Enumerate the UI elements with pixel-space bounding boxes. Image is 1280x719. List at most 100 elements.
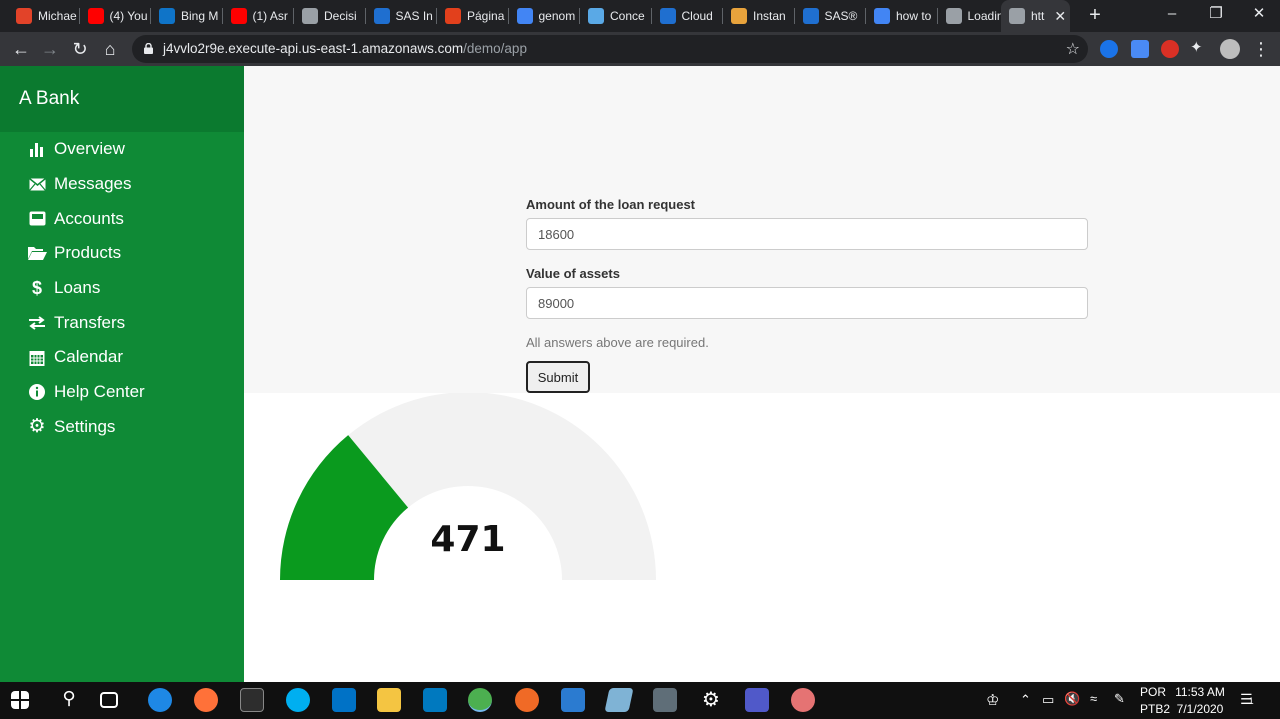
paint-icon[interactable]: [791, 688, 815, 712]
skype-icon[interactable]: [286, 688, 310, 712]
menu-kebab-icon[interactable]: ⋮: [1248, 36, 1274, 62]
browser-tab[interactable]: SAS In: [366, 0, 437, 32]
extensions-puzzle-icon[interactable]: ✦: [1190, 38, 1208, 56]
loan-amount-input[interactable]: [526, 218, 1088, 250]
battery-icon[interactable]: ▭: [1042, 692, 1054, 708]
extension-translate-icon[interactable]: [1131, 40, 1149, 58]
sidebar-item-label: Loans: [54, 278, 101, 298]
snipping-tool-icon[interactable]: [653, 688, 677, 712]
chrome-icon[interactable]: [468, 688, 492, 712]
edge-icon[interactable]: [148, 688, 172, 712]
bookmark-star-icon[interactable]: ☆: [1066, 39, 1080, 59]
sas-icon: [659, 8, 676, 24]
browser-tab[interactable]: how to: [866, 0, 938, 32]
search-icon[interactable]: ⚲: [57, 688, 81, 712]
browser-tab[interactable]: (4) You: [80, 0, 151, 32]
youtube-icon: [87, 8, 104, 24]
sidebar-item-products[interactable]: Products: [0, 236, 244, 271]
bing-icon: [159, 8, 175, 24]
browser-tab[interactable]: genom: [509, 0, 580, 32]
sidebar-item-help-center[interactable]: Help Center: [0, 375, 244, 410]
close-window-button[interactable]: ✕: [1237, 0, 1280, 30]
extension-compass-icon[interactable]: [1100, 40, 1118, 58]
browser-tab-label: Página: [467, 9, 505, 23]
sidebar-item-settings[interactable]: ⚙ Settings: [0, 410, 244, 445]
sidebar-item-transfers[interactable]: Transfers: [0, 305, 244, 340]
postman-icon[interactable]: [515, 688, 539, 712]
tray-chevron-icon[interactable]: ⌃: [1020, 692, 1031, 708]
info-circle-icon: [27, 384, 47, 401]
submit-button[interactable]: Submit: [526, 361, 590, 393]
browser-tab[interactable]: Loadin: [938, 0, 1009, 32]
sidebar-item-accounts[interactable]: Accounts: [0, 201, 244, 236]
sidebar-item-label: Products: [54, 243, 122, 263]
browser-tab[interactable]: Bing M: [151, 0, 223, 32]
clock-date: 7/1/2020: [1176, 702, 1224, 716]
back-button[interactable]: ←: [8, 36, 34, 62]
dollar-icon: $: [31, 277, 42, 298]
notification-count: 1: [1248, 696, 1254, 706]
restore-button[interactable]: ❐: [1194, 0, 1238, 30]
file-explorer-icon[interactable]: [377, 688, 401, 712]
google-icon: [516, 8, 533, 24]
teams-icon[interactable]: [745, 688, 769, 712]
browser-tab-label: htt: [1031, 9, 1045, 23]
browser-tab[interactable]: Michae: [8, 0, 80, 32]
browser-tab[interactable]: Instan: [723, 0, 795, 32]
browser-toolbar: ← → ↻ ⌂ j4vvlo2r9e.execute-api.us-east-1…: [0, 32, 1280, 66]
sidebar-item-loans[interactable]: $ Loans: [0, 271, 244, 306]
home-button[interactable]: ⌂: [97, 36, 123, 62]
trello-icon[interactable]: [423, 688, 447, 712]
loan-form-panel: Amount of the loan request Value of asse…: [244, 66, 1280, 393]
reload-button[interactable]: ↻: [67, 36, 93, 62]
windows-taskbar: ⚲ ⚙ ♔ ⌃ ▭ 🔇 ≈ ✎ POR PTB2 11:53 AM 7/1/20…: [0, 682, 1280, 719]
clock[interactable]: 11:53 AM 7/1/2020: [1172, 685, 1228, 716]
windows-start-icon[interactable]: [11, 691, 29, 709]
vscode-icon[interactable]: [561, 688, 585, 712]
new-tab-button[interactable]: +: [1083, 4, 1107, 28]
address-bar[interactable]: j4vvlo2r9e.execute-api.us-east-1.amazona…: [132, 35, 1088, 63]
assets-value-label: Value of assets: [526, 266, 620, 281]
concept-icon: [588, 8, 604, 24]
task-view-icon[interactable]: [100, 692, 118, 708]
browser-tab[interactable]: SAS®: [795, 0, 866, 32]
people-icon[interactable]: ♔: [986, 691, 999, 709]
volume-muted-icon[interactable]: 🔇: [1064, 691, 1080, 707]
minimize-button[interactable]: –: [1150, 0, 1194, 30]
assets-value-input[interactable]: [526, 287, 1088, 319]
wifi-icon[interactable]: ≈: [1090, 691, 1097, 706]
profile-avatar[interactable]: [1220, 39, 1240, 59]
sidebar-item-messages[interactable]: Messages: [0, 167, 244, 202]
gitlab-icon: [16, 8, 32, 24]
browser-tab-label: SAS In: [395, 9, 433, 23]
browser-tab[interactable]: Conce: [580, 0, 652, 32]
sidebar-item-label: Settings: [54, 416, 116, 436]
browser-tab-label: (1) Asr: [252, 9, 288, 23]
browser-tab[interactable]: Cloud: [652, 0, 723, 32]
browser-tab[interactable]: htt ✕: [1001, 0, 1070, 32]
browser-tab-label: Bing M: [181, 9, 219, 23]
youtube-icon: [230, 8, 247, 24]
forward-button[interactable]: →: [37, 36, 63, 62]
firefox-icon[interactable]: [194, 688, 218, 712]
outlook-icon[interactable]: [332, 688, 356, 712]
browser-tab[interactable]: (1) Asr: [223, 0, 294, 32]
lock-icon: [144, 43, 153, 54]
pen-icon[interactable]: ✎: [1114, 691, 1125, 707]
close-tab-icon[interactable]: ✕: [1054, 8, 1066, 25]
gauge-value: 471: [430, 519, 505, 560]
inbox-icon: [27, 211, 47, 226]
settings-wheel-icon[interactable]: ⚙: [699, 688, 723, 712]
notepad-icon[interactable]: [604, 688, 634, 712]
google-icon: [874, 8, 890, 24]
notification-center-icon[interactable]: ☰1: [1240, 691, 1254, 708]
bar-chart-icon: [27, 142, 47, 157]
sidebar-item-calendar[interactable]: Calendar: [0, 340, 244, 375]
browser-tab[interactable]: Página: [437, 0, 509, 32]
sidebar-item-overview[interactable]: Overview: [0, 132, 244, 167]
extension-shield-icon[interactable]: [1161, 40, 1179, 58]
terminal-icon[interactable]: [240, 688, 264, 712]
browser-tab[interactable]: Decisi: [294, 0, 366, 32]
browser-tab-label: genom: [538, 9, 576, 23]
language-indicator[interactable]: POR PTB2: [1140, 685, 1170, 716]
